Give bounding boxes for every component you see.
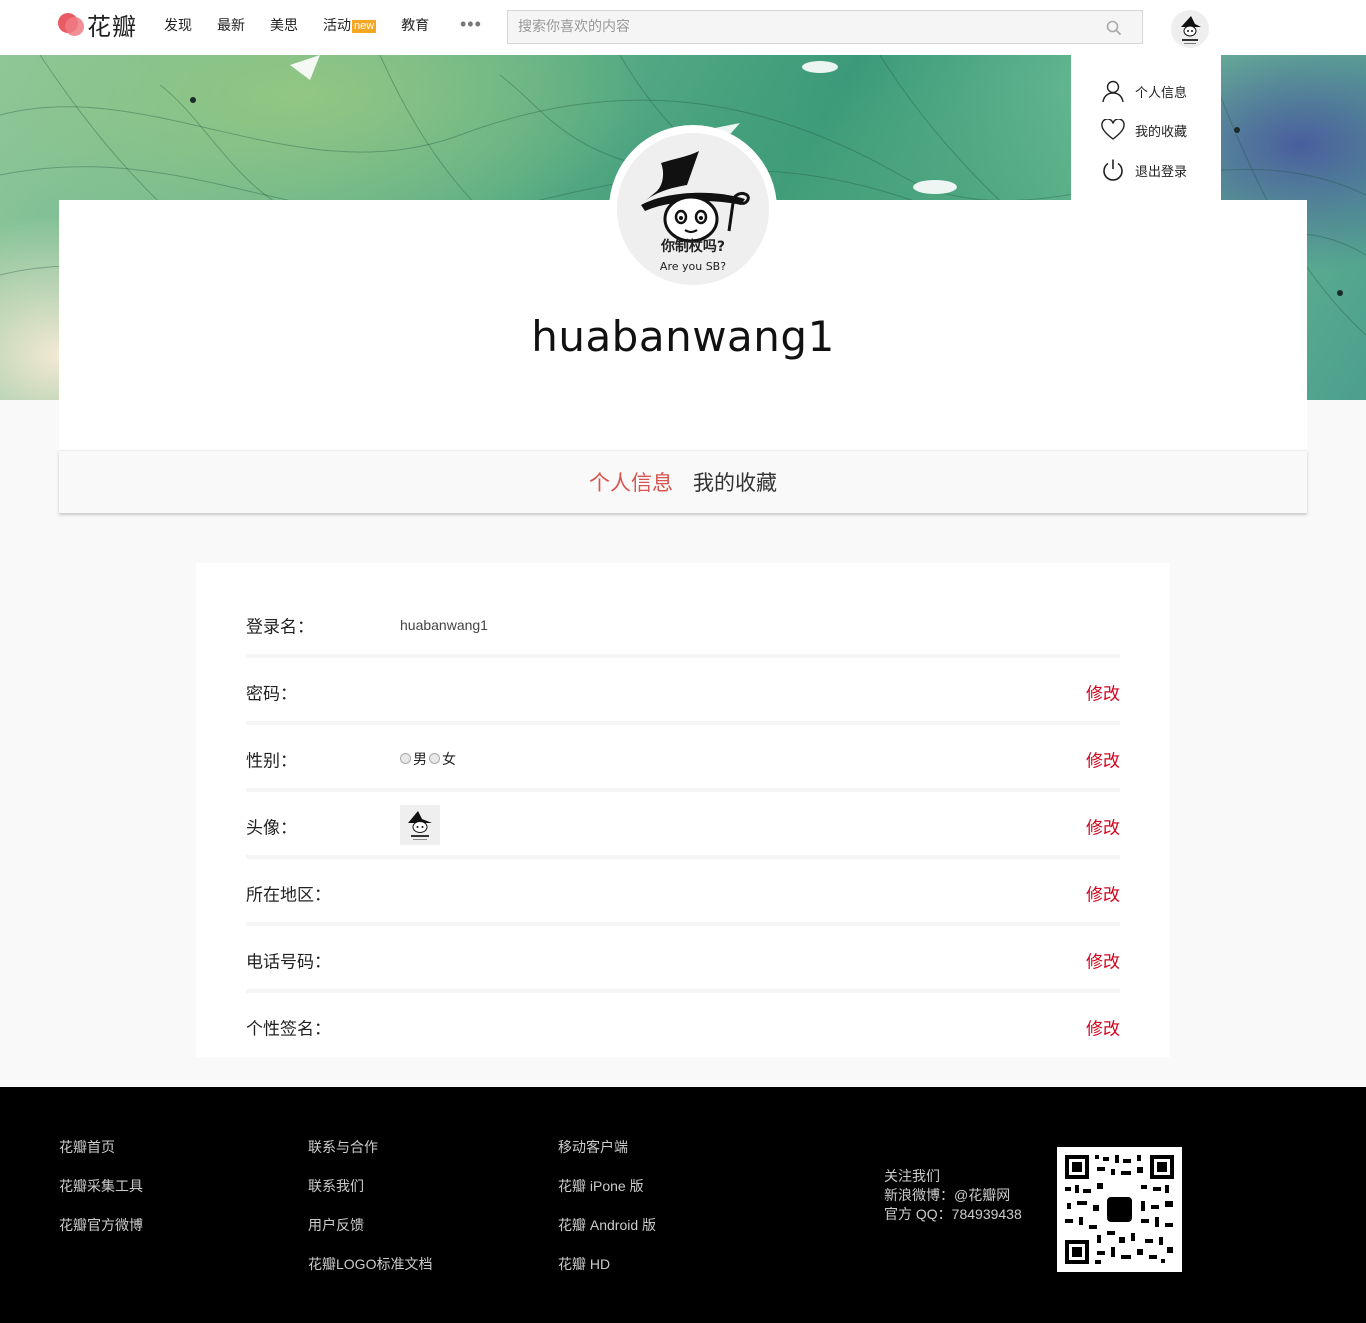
info-label-password: 密码：	[246, 684, 297, 704]
edit-region-link[interactable]: 修改	[1086, 880, 1120, 905]
info-label-gender: 性别：	[246, 751, 297, 771]
footer-link-feedback[interactable]: 用户反馈	[308, 1215, 432, 1254]
avatar-caption-cn: 你制杖吗?	[660, 238, 725, 255]
qq-number: 官方 QQ：784939438	[884, 1206, 1022, 1222]
info-label-signature: 个性签名：	[246, 1019, 331, 1039]
login-name-value: huabanwang1	[400, 616, 488, 633]
footer-follow-info: 关注我们 新浪微博：@花瓣网 官方 QQ：784939438	[884, 1167, 1022, 1224]
wizard-avatar-icon	[400, 805, 440, 845]
info-label-region: 所在地区：	[246, 885, 331, 905]
footer-link-hd[interactable]: 花瓣 HD	[558, 1254, 656, 1293]
footer-col-contact: 联系与合作 联系我们 用户反馈 花瓣LOGO标准文档	[308, 1137, 432, 1293]
user-avatar[interactable]	[1171, 10, 1209, 48]
profile-username: huabanwang1	[531, 312, 835, 361]
brand-name: 花瓣	[87, 12, 137, 41]
edit-password-link[interactable]: 修改	[1086, 679, 1120, 704]
profile-tabs: 个人信息 我的收藏	[59, 450, 1307, 513]
wizard-avatar-icon: 你制杖吗? Are you SB?	[617, 133, 769, 285]
info-row-password: 密码： 修改	[246, 658, 1120, 725]
main-nav: 发现 最新 美思 活动 new 教育	[164, 16, 454, 34]
gender-male-label: 男	[413, 750, 427, 767]
info-row-phone: 电话号码： 修改	[246, 926, 1120, 993]
menu-item-favorites-label: 我的收藏	[1135, 123, 1188, 139]
nav-link-latest[interactable]: 最新	[217, 16, 245, 34]
gender-male-radio[interactable]	[400, 753, 411, 764]
nav-link-education[interactable]: 教育	[401, 16, 429, 34]
nav-link-events-label: 活动	[323, 17, 351, 33]
footer-col-site: 花瓣首页 花瓣采集工具 花瓣官方微博	[59, 1137, 143, 1254]
follow-title: 关注我们	[884, 1168, 940, 1184]
site-footer: 花瓣首页 花瓣采集工具 花瓣官方微博 联系与合作 联系我们 用户反馈 花瓣LOG…	[0, 1087, 1366, 1323]
info-label-avatar: 头像：	[246, 818, 297, 838]
nav-link-meisi[interactable]: 美思	[270, 16, 298, 34]
tab-my-favorites[interactable]: 我的收藏	[693, 467, 777, 497]
menu-item-favorites[interactable]: 我的收藏	[1101, 119, 1187, 141]
qr-code	[1057, 1147, 1182, 1272]
gender-female-radio[interactable]	[429, 753, 440, 764]
footer-link-mobile[interactable]: 移动客户端	[558, 1137, 656, 1176]
footer-link-android[interactable]: 花瓣 Android 版	[558, 1215, 656, 1254]
info-label-phone: 电话号码：	[246, 952, 331, 972]
nav-link-discover[interactable]: 发现	[164, 16, 192, 34]
edit-gender-link[interactable]: 修改	[1086, 746, 1120, 771]
tab-profile-info[interactable]: 个人信息	[589, 467, 673, 497]
footer-link-iphone[interactable]: 花瓣 iPone 版	[558, 1176, 656, 1215]
more-menu-button[interactable]: •••	[460, 14, 482, 35]
info-row-signature: 个性签名： 修改	[246, 993, 1120, 1060]
profile-info-panel: 登录名： huabanwang1 密码： 修改 性别： 男 女 修改 头像： 修…	[196, 563, 1170, 1057]
footer-link-logo-doc[interactable]: 花瓣LOGO标准文档	[308, 1254, 432, 1293]
avatar-thumbnail	[400, 805, 440, 845]
info-row-login: 登录名： huabanwang1	[246, 591, 1120, 658]
info-label-login: 登录名：	[246, 617, 314, 637]
footer-link-contact[interactable]: 联系我们	[308, 1176, 432, 1215]
menu-item-logout[interactable]: 退出登录	[1101, 158, 1187, 182]
edit-signature-link[interactable]: 修改	[1086, 1014, 1120, 1039]
power-icon	[1103, 159, 1123, 181]
menu-item-logout-label: 退出登录	[1135, 163, 1188, 179]
edit-phone-link[interactable]: 修改	[1086, 947, 1120, 972]
profile-avatar[interactable]: 你制杖吗? Are you SB?	[609, 125, 777, 293]
footer-link-weibo[interactable]: 花瓣官方微博	[59, 1215, 143, 1254]
nav-link-events[interactable]: 活动 new	[323, 16, 377, 34]
footer-col-mobile: 移动客户端 花瓣 iPone 版 花瓣 Android 版 花瓣 HD	[558, 1137, 656, 1293]
petal-logo-icon	[58, 11, 84, 37]
gender-female-label: 女	[442, 750, 456, 767]
wizard-avatar-icon	[1171, 10, 1209, 48]
top-navbar: 花瓣 发现 最新 美思 活动 new 教育 •••	[0, 0, 1366, 55]
avatar-caption-en: Are you SB?	[660, 260, 726, 273]
edit-avatar-link[interactable]: 修改	[1086, 813, 1120, 838]
footer-link-collector[interactable]: 花瓣采集工具	[59, 1176, 143, 1215]
menu-item-profile[interactable]: 个人信息	[1101, 79, 1187, 103]
search-icon[interactable]	[1106, 20, 1122, 36]
info-row-avatar: 头像： 修改	[246, 792, 1120, 859]
user-dropdown-menu: 个人信息 我的收藏 退出登录	[1071, 55, 1221, 200]
heart-icon	[1101, 119, 1125, 140]
footer-link-home[interactable]: 花瓣首页	[59, 1137, 143, 1176]
qr-code-icon	[1057, 1147, 1182, 1272]
footer-link-cooperation[interactable]: 联系与合作	[308, 1137, 432, 1176]
user-icon	[1102, 80, 1124, 103]
brand-logo[interactable]: 花瓣	[58, 8, 137, 41]
search-bar	[507, 10, 1143, 44]
search-input[interactable]	[508, 11, 1068, 43]
gender-radio-group: 男 女	[400, 749, 456, 769]
menu-item-profile-label: 个人信息	[1135, 84, 1188, 100]
new-badge: new	[352, 20, 377, 33]
weibo-account: 新浪微博：@花瓣网	[884, 1187, 1011, 1203]
info-row-region: 所在地区： 修改	[246, 859, 1120, 926]
info-row-gender: 性别： 男 女 修改	[246, 725, 1120, 792]
